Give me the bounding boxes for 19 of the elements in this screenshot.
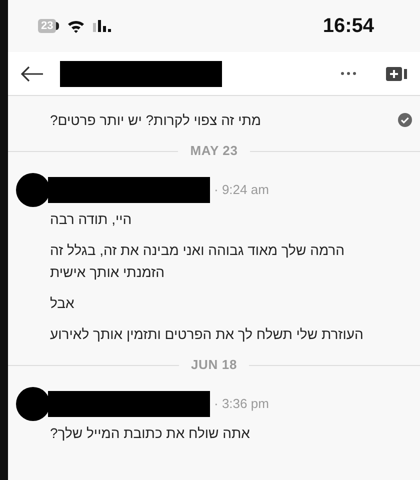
message-text: העוזרת שלי תשלח לך את הפרטים ותזמין אותך לאירוע <box>50 325 364 344</box>
date-divider: JUN 18 <box>190 356 238 374</box>
message-text: אתה שולח את כתובת המייל שלך? <box>50 424 250 443</box>
message-time: · 3:36 pm <box>214 395 269 414</box>
message-text: מתי זה צפוי לקרות? יש יותר פרטים? <box>50 111 262 130</box>
wifi-icon <box>67 19 86 33</box>
video-call-icon[interactable] <box>386 66 408 80</box>
avatar[interactable] <box>16 387 50 421</box>
clock-time: 16:54 <box>322 14 374 39</box>
message-time: · 9:24 am <box>214 181 269 200</box>
message-text: אבל <box>50 294 74 313</box>
signal-icon <box>93 20 112 32</box>
more-options-icon[interactable] <box>341 72 356 75</box>
date-divider: MAY 23 <box>190 142 238 160</box>
battery-indicator: 23 <box>38 19 60 33</box>
avatar[interactable] <box>16 173 50 207</box>
message-text: הרמה שלך מאוד גבוהה ואני מבינה את זה, בגלל זה הזמנתי אותך אישית <box>50 241 346 282</box>
message-text: היי, תודה רבה <box>50 210 132 229</box>
back-arrow-icon[interactable] <box>20 66 44 82</box>
